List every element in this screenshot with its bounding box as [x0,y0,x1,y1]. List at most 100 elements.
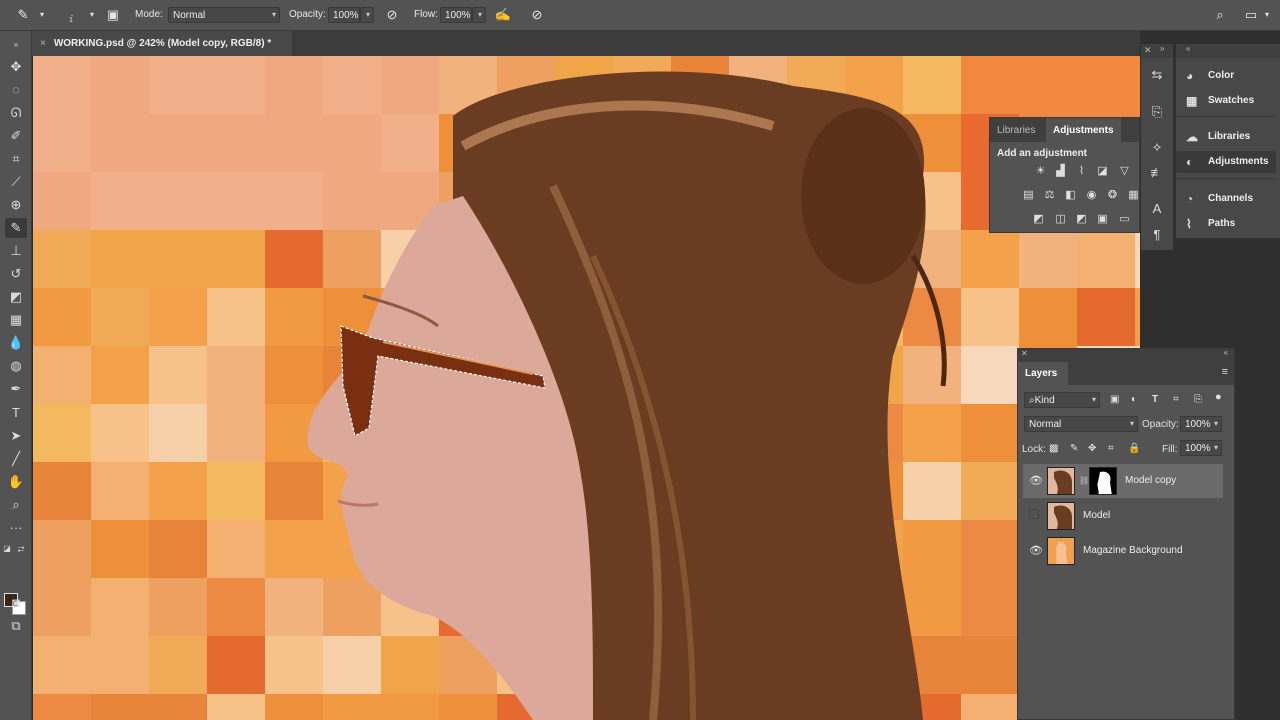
posterize-icon[interactable]: ◫ [1053,213,1068,226]
collapse-icon[interactable]: « [1224,348,1228,357]
levels-icon[interactable]: ▟ [1053,165,1068,178]
layer-row[interactable]: 👁 Magazine Background [1023,534,1223,568]
flow-dropdown[interactable]: ▾ [472,7,486,23]
brush-tool-icon[interactable]: ✎ [5,218,27,238]
type-tool-icon[interactable]: T [5,403,27,423]
pen-tool-icon[interactable]: ✒ [5,379,27,399]
screen-mode-icon[interactable]: ⧉ [5,616,27,636]
lock-image-icon[interactable]: ✎ [1070,443,1078,454]
marquee-tool-icon[interactable]: ◌ [5,80,27,100]
blend-mode-dropdown[interactable]: Normal ▾ [1024,416,1138,432]
workspace-chevron-icon[interactable]: ▾ [1258,6,1276,24]
link-icon[interactable]: ⛓ [1079,476,1089,485]
mode-dropdown[interactable]: Normal ▾ [168,7,280,23]
airbrush-icon[interactable]: ✍ [494,6,512,24]
invert-icon[interactable]: ◩ [1031,213,1046,226]
filter-pixel-icon[interactable]: ▣ [1110,394,1119,405]
zoom-tool-icon[interactable]: ⌕ [5,495,27,515]
opacity-dropdown[interactable]: ▾ [360,7,374,23]
expand-icon[interactable]: « [1186,44,1190,53]
eyedropper-tool-icon[interactable]: ⟋ [5,172,27,192]
black-white-icon[interactable]: ◧ [1063,189,1078,202]
gradient-tool-icon[interactable]: ▦ [5,310,27,330]
lock-all-icon[interactable]: 🔒 [1128,443,1140,454]
more-tools-icon[interactable]: ··· [5,518,27,538]
eraser-tool-icon[interactable]: ◩ [5,287,27,307]
exposure-icon[interactable]: ◪ [1095,165,1110,178]
gradient-map-icon[interactable]: ▣ [1095,213,1110,226]
collapse-icon[interactable]: » [1160,44,1164,53]
pressure-size-icon[interactable]: ⊘ [528,6,546,24]
brushes-icon[interactable]: ≢ [1148,164,1166,182]
paragraph-icon[interactable]: ¶ [1148,226,1166,244]
path-selection-tool-icon[interactable]: ➤ [5,426,27,446]
dodge-tool-icon[interactable]: ◍ [5,356,27,376]
lock-artboard-icon[interactable]: ⌗ [1108,443,1114,454]
healing-brush-tool-icon[interactable]: ⊕ [5,195,27,215]
document-canvas[interactable] [33,56,1140,720]
move-tool-icon[interactable]: ✥ [5,57,27,77]
panel-item-adjustments[interactable]: ◐ Adjustments [1176,151,1276,173]
lock-transparent-icon[interactable]: ▩ [1049,443,1058,454]
layer-filter-dropdown[interactable]: ⌕Kind ▾ [1024,392,1100,408]
lasso-tool-icon[interactable]: ᘏ [5,103,27,123]
brush-size-picker[interactable]: 1 · [63,6,81,24]
pressure-opacity-icon[interactable]: ⊘ [383,6,401,24]
filter-type-icon[interactable]: T [1152,394,1158,405]
history-brush-tool-icon[interactable]: ↺ [5,264,27,284]
default-colors-icon[interactable]: ◪ [1,539,13,559]
visibility-toggle[interactable] [1029,509,1039,519]
eye-icon[interactable]: 👁 [1029,544,1043,557]
history-icon[interactable]: ⇆ [1148,66,1166,84]
brush-size-chevron-icon[interactable]: ▾ [83,6,101,24]
close-icon[interactable]: ✕ [1144,45,1152,56]
hand-tool-icon[interactable]: ✋ [5,472,27,492]
filter-shape-icon[interactable]: ⌗ [1173,394,1179,405]
panel-item-swatches[interactable]: ▦ Swatches [1176,90,1276,112]
fill-field[interactable]: 100% ▾ [1180,440,1222,456]
layer-opacity-field[interactable]: 100% ▾ [1180,416,1222,432]
brightness-contrast-icon[interactable]: ☀ [1033,165,1048,178]
photo-filter-icon[interactable]: ◉ [1084,189,1099,202]
swap-colors-icon[interactable]: ⮂ [15,539,27,559]
vibrance-icon[interactable]: ▽ [1117,165,1132,178]
character-icon[interactable]: A [1148,200,1166,218]
brush-settings-panel-icon[interactable]: ▣ [104,6,122,24]
layer-mask-thumbnail[interactable] [1089,467,1117,495]
opacity-field[interactable]: 100% [328,7,360,23]
color-balance-icon[interactable]: ⚖ [1042,189,1057,202]
close-icon[interactable]: × [40,38,46,49]
curves-icon[interactable]: ⌇ [1074,165,1089,178]
properties-icon[interactable]: ⎘ [1148,103,1166,121]
toolbar-collapse-icon[interactable]: » [5,35,27,55]
quick-mask-icon[interactable]: ◙ [5,593,27,613]
panel-menu-icon[interactable]: ≡ [1222,366,1228,378]
panel-item-paths[interactable]: ⌇ Paths [1176,213,1276,235]
chevron-down-icon[interactable]: ▾ [33,6,51,24]
filter-toggle-icon[interactable]: ● [1215,391,1222,403]
threshold-icon[interactable]: ◩ [1074,213,1089,226]
panel-item-channels[interactable]: ◔ Channels [1176,188,1276,210]
tab-libraries[interactable]: Libraries [990,118,1042,142]
brush-settings-icon[interactable]: ⟡ [1148,138,1166,156]
crop-tool-icon[interactable]: ⌗ [5,149,27,169]
lock-position-icon[interactable]: ✥ [1088,443,1096,454]
flow-field[interactable]: 100% [440,7,472,23]
search-icon[interactable]: ⌕ [1211,6,1229,24]
hue-saturation-icon[interactable]: ▤ [1021,189,1036,202]
selective-color-icon[interactable]: ▭ [1117,213,1132,226]
tab-adjustments[interactable]: Adjustments [1046,118,1121,142]
layer-row[interactable]: Model [1023,499,1223,533]
quick-selection-tool-icon[interactable]: ✐ [5,126,27,146]
close-icon[interactable]: ✕ [1021,349,1028,358]
layer-row[interactable]: 👁 ⛓ Model copy [1023,464,1223,498]
eye-icon[interactable]: 👁 [1029,474,1043,487]
line-tool-icon[interactable]: ╱ [5,449,27,469]
tab-layers[interactable]: Layers [1018,362,1068,385]
blur-tool-icon[interactable]: 💧 [5,333,27,353]
filter-smart-object-icon[interactable]: ⎘ [1194,394,1202,405]
panel-item-color[interactable]: ◕ Color [1176,65,1276,87]
brush-tool-preset-icon[interactable]: ✎ [14,6,32,24]
filter-adjustment-icon[interactable]: ◐ [1131,394,1137,405]
color-lookup-icon[interactable]: ▦ [1126,189,1141,202]
